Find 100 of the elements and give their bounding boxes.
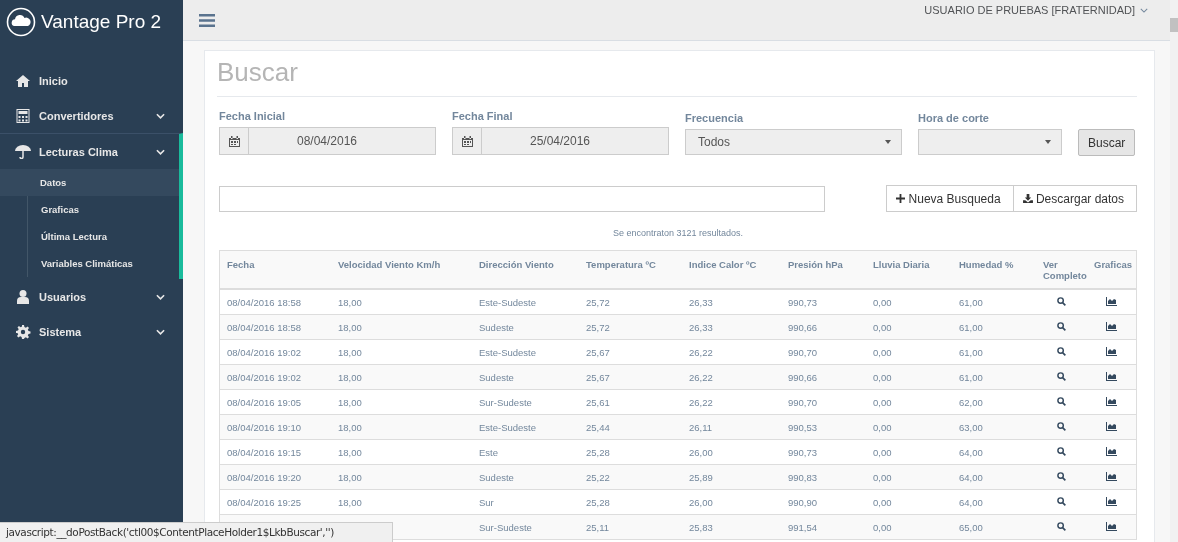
sidebar-item[interactable]: Convertidores [0,98,183,133]
table-cell: 26,11 [689,421,713,433]
area-chart-icon[interactable] [1106,496,1117,506]
table-cell: 0,00 [873,521,892,533]
area-chart-icon[interactable] [1106,321,1117,331]
search-icon[interactable] [1057,396,1066,406]
search-icon[interactable] [1057,296,1066,306]
submenu-item[interactable]: Variables Climáticas [27,250,179,277]
search-icon[interactable] [1057,471,1066,481]
table-cell: 08/04/2016 19:20 [227,471,301,483]
field-label: Fecha Inicial [219,110,287,122]
table-cell: 61,00 [959,346,983,358]
submenu-item[interactable]: Graficas [27,196,179,223]
table-cell: 08/04/2016 19:15 [227,446,301,458]
user-menu[interactable]: USUARIO DE PRUEBAS [FRATERNIDAD] [924,4,1148,16]
area-chart-icon[interactable] [1106,471,1117,481]
table-cell: 18,00 [338,346,362,358]
calendar-icon [228,135,240,147]
menu-icon[interactable] [199,13,215,27]
table-cell: 25,83 [689,521,713,533]
chevron-down-icon [156,112,165,119]
column-header: Fecha [219,250,331,289]
search-icon[interactable] [1057,421,1066,431]
table-cell: Este-Sudeste [479,296,537,308]
table-cell: 0,00 [873,346,892,358]
table-cell: 25,61 [586,396,610,408]
search-icon[interactable] [1057,446,1066,456]
table-cell: 26,00 [689,496,713,508]
menu-label: Lecturas Clima [39,145,119,158]
search-icon[interactable] [1057,321,1066,331]
field-label: Fecha Final [452,110,514,122]
area-chart-icon[interactable] [1106,446,1117,456]
search-icon[interactable] [1057,346,1066,356]
calendar-icon [461,135,473,147]
search-icon[interactable] [1057,371,1066,381]
search-icon[interactable] [1057,496,1066,506]
submenu-item[interactable]: Última Lectura [27,223,179,250]
table-cell: 63,00 [959,421,983,433]
table-cell: 990,90 [788,496,818,508]
table-cell: 61,00 [959,296,983,308]
area-chart-icon[interactable] [1106,371,1117,381]
sidebar-item[interactable]: Usuarios [0,279,183,314]
table-cell: 25,28 [586,446,610,458]
new-search-button[interactable]: Nueva Busqueda [886,185,1014,212]
area-chart-icon[interactable] [1106,396,1117,406]
table-cell: 25,44 [586,421,610,433]
table-cell: Sudeste [479,321,514,333]
area-chart-icon[interactable] [1106,421,1117,431]
table-cell: 25,11 [586,521,610,533]
table-cell: 25,72 [586,296,610,308]
column-header: Indice Calor ºC [682,250,781,289]
table-cell: 990,70 [788,346,818,358]
sidebar-item[interactable]: Inicio [0,63,183,98]
date-field[interactable]: 25/04/2016 [452,127,669,155]
table-cell: Este-Sudeste [479,421,537,433]
table-cell: 08/04/2016 19:02 [227,371,301,383]
area-chart-icon[interactable] [1106,296,1117,306]
table-cell: Sudeste [479,371,514,383]
table-cell: 65,00 [959,521,983,533]
table-cell: 990,83 [788,471,818,483]
menu-label: Sistema [39,325,83,338]
table-cell: Sur-Sudeste [479,521,532,533]
table-cell: 0,00 [873,396,892,408]
area-chart-icon[interactable] [1106,521,1117,531]
table-cell: 64,00 [959,446,983,458]
menu-label: Inicio [39,74,69,87]
table-cell: Sur-Sudeste [479,396,532,408]
table-cell: 0,00 [873,446,892,458]
filter-field[interactable] [219,185,825,212]
sidebar-item[interactable]: Sistema [0,314,183,349]
table-cell: 25,67 [586,371,610,383]
results-count: Se encontraton 3121 resultados. [611,228,745,238]
table-cell: 990,73 [788,446,818,458]
table-cell: 990,73 [788,296,818,308]
field-label: Hora de corte [918,112,990,124]
date-field[interactable]: 08/04/2016 [219,127,436,155]
table-cell: 18,00 [338,296,362,308]
scrollbar[interactable] [1170,0,1178,542]
table-cell: 64,00 [959,496,983,508]
frequency-dropdown[interactable]: Todos [685,129,902,155]
dropdown-caret-icon [885,140,891,144]
umbrella-icon [15,144,31,159]
status-bar: javascript:__doPostBack('ctl00$ContentPlaceHolder1$LkbBuscar','') [0,522,393,542]
table-cell: 990,66 [788,321,818,333]
table-cell: 08/04/2016 19:25 [227,496,301,508]
table-cell: 18,00 [338,446,362,458]
table-cell: 18,00 [338,421,362,433]
download-button[interactable]: Descargar datos [1012,185,1137,212]
search-icon[interactable] [1057,521,1066,531]
column-header: Temperatura ºC [579,250,682,289]
column-header: Dirección Viento [472,250,579,289]
search-button[interactable]: Buscar [1078,129,1136,156]
table-cell: 62,00 [959,396,983,408]
dropdown-caret-icon [1045,140,1051,144]
table-cell: Sudeste [479,471,514,483]
submenu-item[interactable]: Datos [0,169,179,196]
table-cell: 991,54 [788,521,818,533]
table-cell: 18,00 [338,371,362,383]
area-chart-icon[interactable] [1106,346,1117,356]
table-cell: Este-Sudeste [479,346,537,358]
